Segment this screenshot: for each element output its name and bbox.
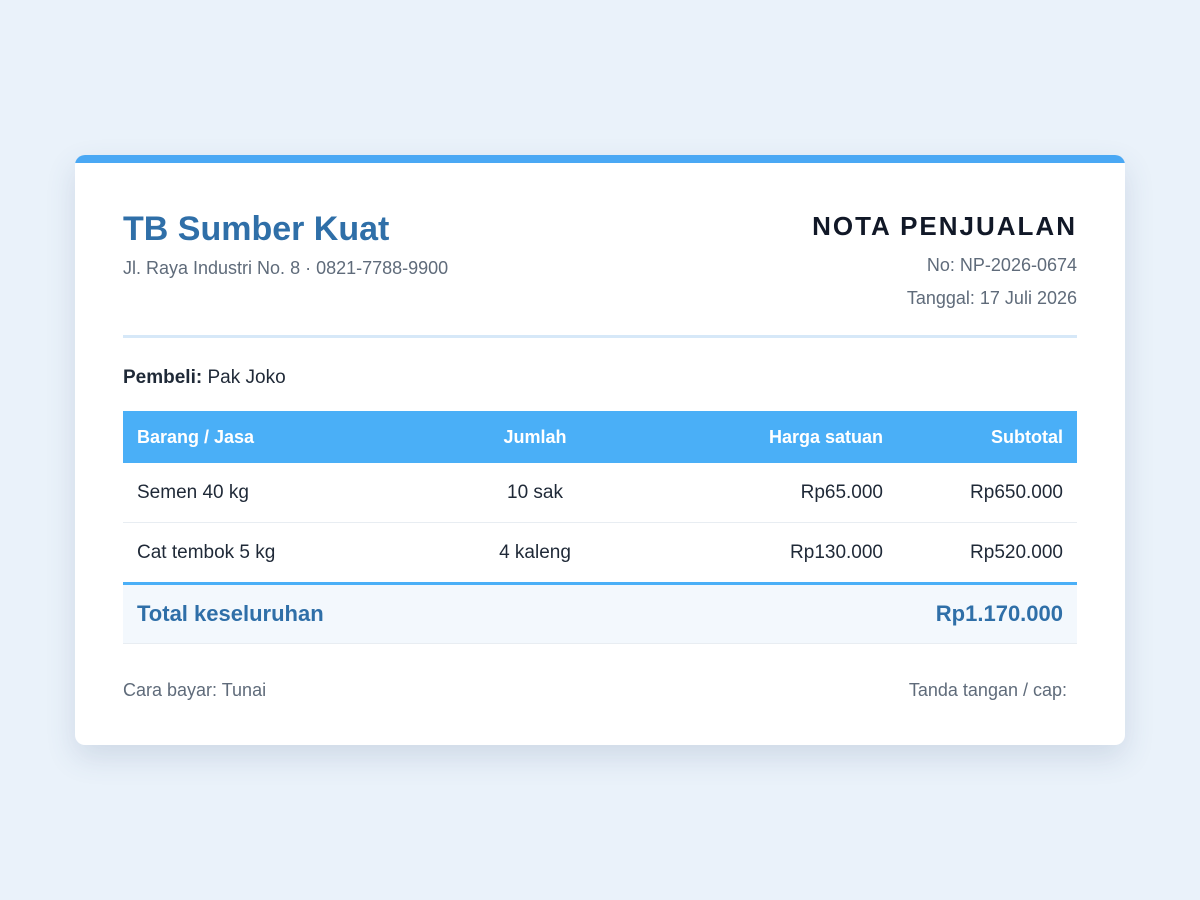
header-unit-price: Harga satuan (649, 411, 897, 463)
total-row: Total keseluruhan Rp1.170.000 (123, 583, 1077, 644)
document-date: Tanggal: 17 Juli 2026 (906, 288, 1077, 308)
buyer-label: Pembeli: (123, 367, 203, 388)
item-name: Cat tembok 5 kg (123, 522, 421, 585)
shop-name: TB Sumber Kuat (123, 210, 390, 248)
document-title: NOTA PENJUALAN (812, 211, 1077, 241)
header-item: Barang / Jasa (123, 411, 421, 463)
total-label: Total keseluruhan (123, 583, 897, 644)
accent-bar (75, 155, 1125, 163)
invoice-header: TB Sumber Kuat Jl. Raya Industri No. 8 ·… (123, 163, 1077, 338)
table-row: Cat tembok 5 kg 4 kaleng Rp130.000 Rp520… (123, 522, 1077, 585)
invoice-card: TB Sumber Kuat Jl. Raya Industri No. 8 ·… (75, 155, 1125, 745)
item-subtotal: Rp650.000 (897, 463, 1077, 523)
payment-method: Cara bayar: Tunai (123, 680, 267, 700)
item-unit-price: Rp130.000 (649, 522, 897, 585)
total-value: Rp1.170.000 (897, 583, 1077, 644)
header-subtotal: Subtotal (897, 411, 1077, 463)
item-quantity: 10 sak (421, 463, 649, 523)
table-row: Semen 40 kg 10 sak Rp65.000 Rp650.000 (123, 463, 1077, 523)
item-unit-price: Rp65.000 (649, 463, 897, 523)
item-quantity: 4 kaleng (421, 522, 649, 585)
header-quantity: Jumlah (421, 411, 649, 463)
invoice-footer: Cara bayar: Tunai Tanda tangan / cap: (123, 672, 1077, 712)
item-subtotal: Rp520.000 (897, 522, 1077, 585)
table-header-row: Barang / Jasa Jumlah Harga satuan Subtot… (123, 411, 1077, 463)
shop-address: Jl. Raya Industri No. 8 · 0821-7788-9900 (123, 258, 449, 278)
invoice-content: TB Sumber Kuat Jl. Raya Industri No. 8 ·… (75, 163, 1125, 712)
buyer-name: Pak Joko (207, 367, 286, 388)
buyer-info: Pembeli: Pak Joko (123, 366, 1077, 390)
document-number: No: NP-2026-0674 (926, 255, 1077, 275)
item-name: Semen 40 kg (123, 463, 421, 523)
items-table: Barang / Jasa Jumlah Harga satuan Subtot… (123, 411, 1077, 644)
signature-label: Tanda tangan / cap: (908, 680, 1067, 700)
